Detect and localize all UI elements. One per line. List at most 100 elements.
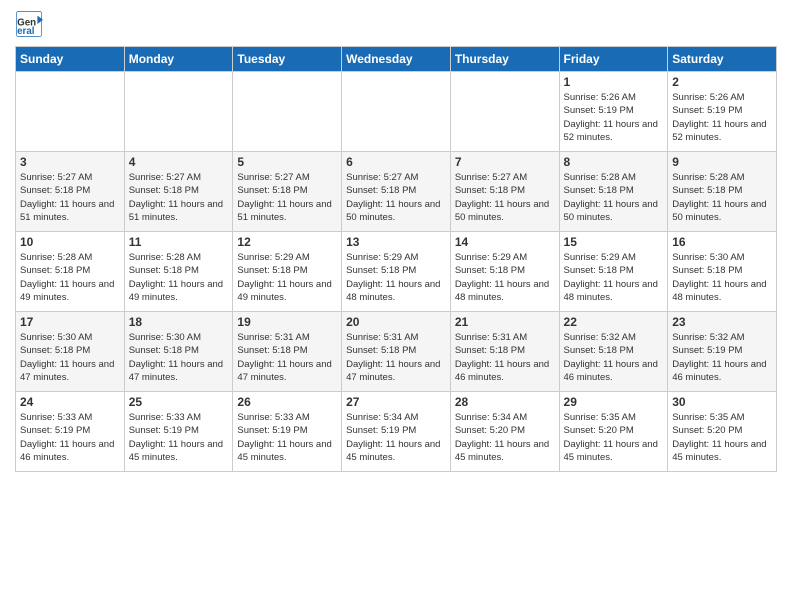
week-row-3: 10 Sunrise: 5:28 AM Sunset: 5:18 PM Dayli… [16,232,777,312]
cell-info: Sunrise: 5:35 AM Sunset: 5:20 PM Dayligh… [564,411,664,464]
calendar-cell: 4 Sunrise: 5:27 AM Sunset: 5:18 PM Daylig… [124,152,233,232]
cell-info: Sunrise: 5:34 AM Sunset: 5:19 PM Dayligh… [346,411,446,464]
weekday-saturday: Saturday [668,47,777,72]
calendar-cell: 25Sunrise: 5:33 AM Sunset: 5:19 PM Dayli… [124,392,233,472]
weekday-tuesday: Tuesday [233,47,342,72]
calendar-cell: 9Sunrise: 5:28 AM Sunset: 5:18 PM Daylig… [668,152,777,232]
cell-info: Sunrise: 5:26 AM Sunset: 5:19 PM Dayligh… [672,91,772,144]
cell-info: Sunrise: 5:27 AM Sunset: 5:18 PM Dayligh… [237,171,337,224]
calendar-cell [342,72,451,152]
cell-info: Sunrise: 5:33 AM Sunset: 5:19 PM Dayligh… [237,411,337,464]
cell-info: Sunrise: 5:27 AM Sunset: 5:18 PM Dayligh… [20,171,120,224]
day-number: 2 [672,75,772,89]
cell-info: Sunrise: 5:31 AM Sunset: 5:18 PM Dayligh… [455,331,555,384]
calendar-cell: 11 Sunrise: 5:28 AM Sunset: 5:18 PM Dayli… [124,232,233,312]
weekday-header-row: SundayMondayTuesdayWednesdayThursdayFrid… [16,47,777,72]
day-number: 27 [346,395,446,409]
day-number: 1 [564,75,664,89]
weekday-sunday: Sunday [16,47,125,72]
cell-info: Sunrise: 5:26 AM Sunset: 5:19 PM Dayligh… [564,91,664,144]
day-number: 4 [129,155,229,169]
day-number: 10 [20,235,120,249]
calendar-cell: 24Sunrise: 5:33 AM Sunset: 5:19 PM Dayli… [16,392,125,472]
cell-info: Sunrise: 5:33 AM Sunset: 5:19 PM Dayligh… [129,411,229,464]
cell-info: Sunrise: 5:29 AM Sunset: 5:18 PM Dayligh… [346,251,446,304]
day-number: 20 [346,315,446,329]
calendar-cell: 22 Sunrise: 5:32 AM Sunset: 5:18 PM Dayli… [559,312,668,392]
calendar-cell: 17 Sunrise: 5:30 AM Sunset: 5:18 PM Dayli… [16,312,125,392]
calendar-cell: 2 Sunrise: 5:26 AM Sunset: 5:19 PM Daylig… [668,72,777,152]
calendar-cell [233,72,342,152]
day-number: 14 [455,235,555,249]
cell-info: Sunrise: 5:30 AM Sunset: 5:18 PM Dayligh… [20,331,120,384]
cell-info: Sunrise: 5:28 AM Sunset: 5:18 PM Dayligh… [129,251,229,304]
calendar-cell: 23 Sunrise: 5:32 AM Sunset: 5:19 PM Dayli… [668,312,777,392]
cell-info: Sunrise: 5:29 AM Sunset: 5:18 PM Dayligh… [455,251,555,304]
day-number: 28 [455,395,555,409]
day-number: 30 [672,395,772,409]
day-number: 7 [455,155,555,169]
calendar-cell: 21Sunrise: 5:31 AM Sunset: 5:18 PM Dayli… [450,312,559,392]
week-row-4: 17 Sunrise: 5:30 AM Sunset: 5:18 PM Dayli… [16,312,777,392]
day-number: 9 [672,155,772,169]
calendar-cell: 18 Sunrise: 5:30 AM Sunset: 5:18 PM Dayli… [124,312,233,392]
cell-info: Sunrise: 5:30 AM Sunset: 5:18 PM Dayligh… [672,251,772,304]
cell-info: Sunrise: 5:28 AM Sunset: 5:18 PM Dayligh… [20,251,120,304]
day-number: 12 [237,235,337,249]
calendar-cell: 28 Sunrise: 5:34 AM Sunset: 5:20 PM Dayli… [450,392,559,472]
calendar-cell: 27 Sunrise: 5:34 AM Sunset: 5:19 PM Dayli… [342,392,451,472]
day-number: 17 [20,315,120,329]
cell-info: Sunrise: 5:35 AM Sunset: 5:20 PM Dayligh… [672,411,772,464]
cell-info: Sunrise: 5:34 AM Sunset: 5:20 PM Dayligh… [455,411,555,464]
calendar-cell: 16 Sunrise: 5:30 AM Sunset: 5:18 PM Dayli… [668,232,777,312]
week-row-5: 24Sunrise: 5:33 AM Sunset: 5:19 PM Dayli… [16,392,777,472]
calendar-cell: 1 Sunrise: 5:26 AM Sunset: 5:19 PM Daylig… [559,72,668,152]
cell-info: Sunrise: 5:27 AM Sunset: 5:18 PM Dayligh… [455,171,555,224]
day-number: 11 [129,235,229,249]
day-number: 5 [237,155,337,169]
cell-info: Sunrise: 5:31 AM Sunset: 5:18 PM Dayligh… [346,331,446,384]
calendar-body: 1 Sunrise: 5:26 AM Sunset: 5:19 PM Daylig… [16,72,777,472]
cell-info: Sunrise: 5:30 AM Sunset: 5:18 PM Dayligh… [129,331,229,384]
calendar-cell: 3 Sunrise: 5:27 AM Sunset: 5:18 PM Daylig… [16,152,125,232]
cell-info: Sunrise: 5:29 AM Sunset: 5:18 PM Dayligh… [564,251,664,304]
svg-text:eral: eral [17,26,35,37]
calendar-cell: 12Sunrise: 5:29 AM Sunset: 5:18 PM Dayli… [233,232,342,312]
day-number: 22 [564,315,664,329]
logo-icon: Gen eral [15,10,43,38]
cell-info: Sunrise: 5:32 AM Sunset: 5:18 PM Dayligh… [564,331,664,384]
day-number: 29 [564,395,664,409]
day-number: 18 [129,315,229,329]
calendar-cell: 7 Sunrise: 5:27 AM Sunset: 5:18 PM Daylig… [450,152,559,232]
calendar-table: SundayMondayTuesdayWednesdayThursdayFrid… [15,46,777,472]
logo: Gen eral [15,10,47,38]
calendar-cell: 5 Sunrise: 5:27 AM Sunset: 5:18 PM Daylig… [233,152,342,232]
cell-info: Sunrise: 5:31 AM Sunset: 5:18 PM Dayligh… [237,331,337,384]
calendar-cell: 15Sunrise: 5:29 AM Sunset: 5:18 PM Dayli… [559,232,668,312]
day-number: 3 [20,155,120,169]
calendar-cell: 29 Sunrise: 5:35 AM Sunset: 5:20 PM Dayli… [559,392,668,472]
day-number: 23 [672,315,772,329]
calendar-cell: 8Sunrise: 5:28 AM Sunset: 5:18 PM Daylig… [559,152,668,232]
weekday-friday: Friday [559,47,668,72]
day-number: 16 [672,235,772,249]
calendar-cell: 19 Sunrise: 5:31 AM Sunset: 5:18 PM Dayli… [233,312,342,392]
cell-info: Sunrise: 5:28 AM Sunset: 5:18 PM Dayligh… [564,171,664,224]
weekday-thursday: Thursday [450,47,559,72]
calendar-cell: 30 Sunrise: 5:35 AM Sunset: 5:20 PM Dayli… [668,392,777,472]
cell-info: Sunrise: 5:27 AM Sunset: 5:18 PM Dayligh… [129,171,229,224]
cell-info: Sunrise: 5:32 AM Sunset: 5:19 PM Dayligh… [672,331,772,384]
calendar-cell [124,72,233,152]
day-number: 19 [237,315,337,329]
calendar-cell: 20 Sunrise: 5:31 AM Sunset: 5:18 PM Dayli… [342,312,451,392]
week-row-1: 1 Sunrise: 5:26 AM Sunset: 5:19 PM Daylig… [16,72,777,152]
weekday-wednesday: Wednesday [342,47,451,72]
cell-info: Sunrise: 5:33 AM Sunset: 5:19 PM Dayligh… [20,411,120,464]
calendar-cell [16,72,125,152]
calendar-cell: 13Sunrise: 5:29 AM Sunset: 5:18 PM Dayli… [342,232,451,312]
weekday-monday: Monday [124,47,233,72]
calendar-cell: 14 Sunrise: 5:29 AM Sunset: 5:18 PM Dayli… [450,232,559,312]
day-number: 6 [346,155,446,169]
day-number: 26 [237,395,337,409]
calendar-cell: 10 Sunrise: 5:28 AM Sunset: 5:18 PM Dayli… [16,232,125,312]
